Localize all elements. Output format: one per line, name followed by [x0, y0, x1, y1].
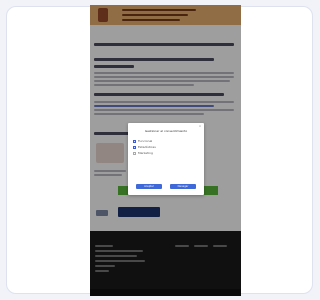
- cookie-consent-dialog: × Gestionar el consentimiento Funcional …: [128, 123, 204, 195]
- dialog-title: Gestionar el consentimiento: [144, 129, 188, 133]
- consent-option[interactable]: Funcional: [133, 140, 201, 144]
- accept-button[interactable]: Aceptar: [136, 184, 162, 189]
- checkbox[interactable]: [133, 152, 136, 155]
- deny-button[interactable]: Denegar: [170, 184, 196, 189]
- option-label: Funcional: [138, 139, 153, 143]
- mobile-page-preview: × Gestionar el consentimiento Funcional …: [90, 5, 241, 296]
- option-label: Marketing: [138, 151, 153, 155]
- checkbox[interactable]: [133, 140, 136, 143]
- consent-option[interactable]: Marketing: [133, 152, 201, 156]
- close-icon[interactable]: ×: [198, 124, 202, 128]
- option-label: Estadísticas: [138, 145, 156, 149]
- consent-option[interactable]: Estadísticas: [133, 146, 201, 150]
- checkbox[interactable]: [133, 146, 136, 149]
